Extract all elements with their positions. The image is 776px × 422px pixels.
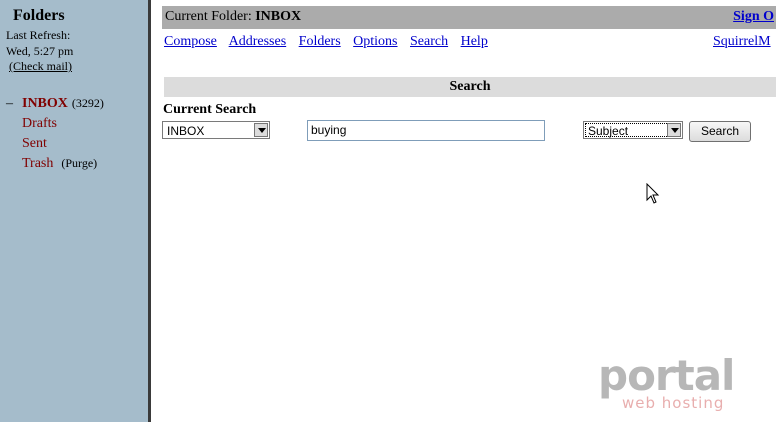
search-field-select[interactable]: Subject xyxy=(583,121,683,139)
nav-compose[interactable]: Compose xyxy=(164,34,217,49)
portal-web-hosting-logo: portal web hosting xyxy=(598,352,748,416)
sidebar-title: Folders xyxy=(13,7,65,24)
folder-select[interactable]: INBOX xyxy=(162,121,270,139)
folder-item-trash[interactable]: Trash (Purge) xyxy=(6,156,104,176)
folder-count-inbox: (3292) xyxy=(71,96,104,110)
current-folder-label: Current Folder: xyxy=(165,9,252,24)
nav-addresses[interactable]: Addresses xyxy=(229,34,287,49)
search-section-title: Search xyxy=(164,77,776,97)
last-refresh: Last Refresh: Wed, 5:27 pm xyxy=(6,27,73,59)
nav-options[interactable]: Options xyxy=(353,34,397,49)
last-refresh-label: Last Refresh: xyxy=(6,28,71,42)
current-folder-bar: Current Folder: INBOX Sign O xyxy=(162,6,776,29)
current-search-label: Current Search xyxy=(163,102,257,117)
folder-item-sent[interactable]: Sent xyxy=(6,136,104,156)
chevron-down-icon[interactable] xyxy=(254,123,268,137)
sign-out-link[interactable]: Sign O xyxy=(733,9,774,25)
search-field-select-value: Subject xyxy=(588,124,629,138)
current-folder-value: INBOX xyxy=(255,9,302,24)
current-folder-marker: – xyxy=(6,96,13,111)
main-nav: Compose Addresses Folders Options Search… xyxy=(164,34,497,50)
nav-search[interactable]: Search xyxy=(410,34,448,49)
current-folder: Current Folder: INBOX xyxy=(165,9,301,25)
last-refresh-time: Wed, 5:27 pm xyxy=(6,44,74,58)
frame-divider[interactable] xyxy=(148,0,151,422)
folder-name-trash[interactable]: Trash xyxy=(22,156,53,172)
squirrelmail-link[interactable]: SquirrelM xyxy=(713,34,771,50)
mouse-pointer-icon xyxy=(646,183,660,204)
sidebar: Folders Last Refresh: Wed, 5:27 pm (Chec… xyxy=(0,0,148,422)
check-mail-wrapper: (Check mail) xyxy=(9,59,72,74)
folder-name-sent[interactable]: Sent xyxy=(22,136,47,152)
check-mail-link[interactable]: (Check mail) xyxy=(9,59,72,73)
folder-item-drafts[interactable]: Drafts xyxy=(6,116,104,136)
folder-name-drafts[interactable]: Drafts xyxy=(22,116,57,132)
chevron-down-icon[interactable] xyxy=(667,123,681,137)
folder-select-value: INBOX xyxy=(167,124,205,138)
folder-list: – INBOX (3292) Drafts Sent Trash (Purge) xyxy=(6,96,104,176)
logo-word: portal xyxy=(598,351,735,400)
logo-tagline: web hosting xyxy=(622,394,725,412)
nav-folders[interactable]: Folders xyxy=(299,34,341,49)
purge-trash-link[interactable]: (Purge) xyxy=(61,156,97,171)
nav-help[interactable]: Help xyxy=(461,34,488,49)
folder-name-inbox[interactable]: INBOX xyxy=(22,96,68,112)
folder-item-inbox[interactable]: – INBOX (3292) xyxy=(6,96,104,116)
search-input[interactable]: buying xyxy=(307,120,545,141)
search-button[interactable]: Search xyxy=(689,121,751,142)
